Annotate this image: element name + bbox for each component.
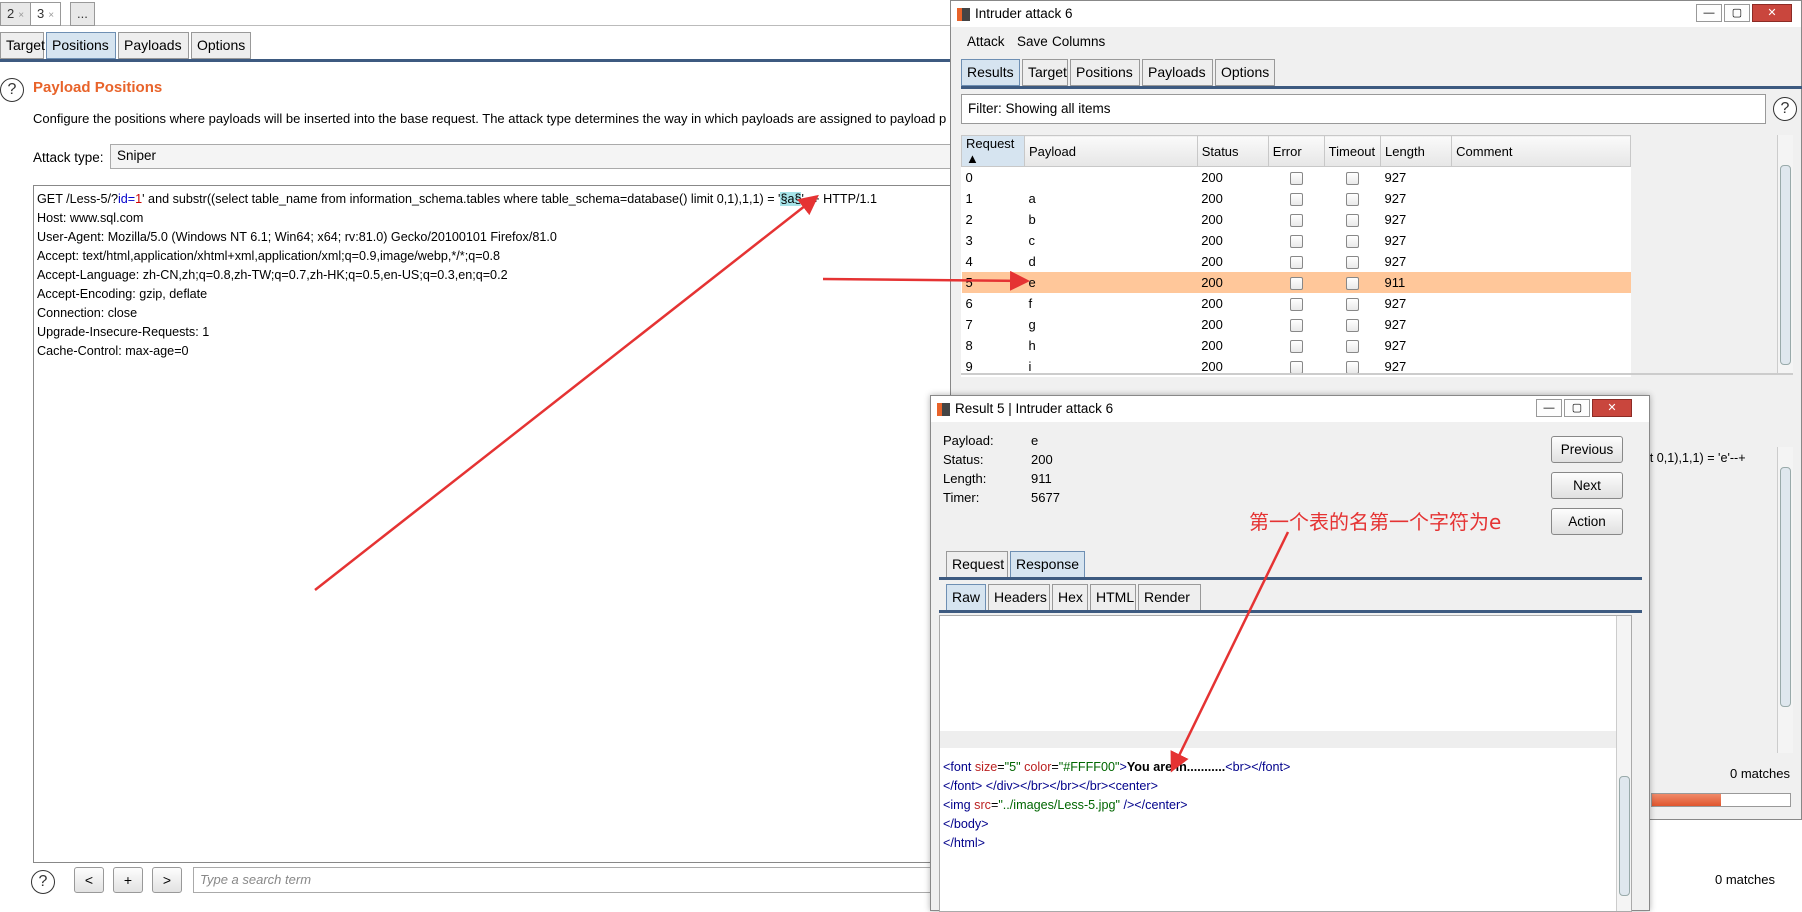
annotation-arrows [314, 194, 1290, 773]
arrow-to-marker [314, 194, 819, 591]
arrow-to-response [1170, 531, 1290, 773]
arrow-to-row [822, 270, 1030, 291]
